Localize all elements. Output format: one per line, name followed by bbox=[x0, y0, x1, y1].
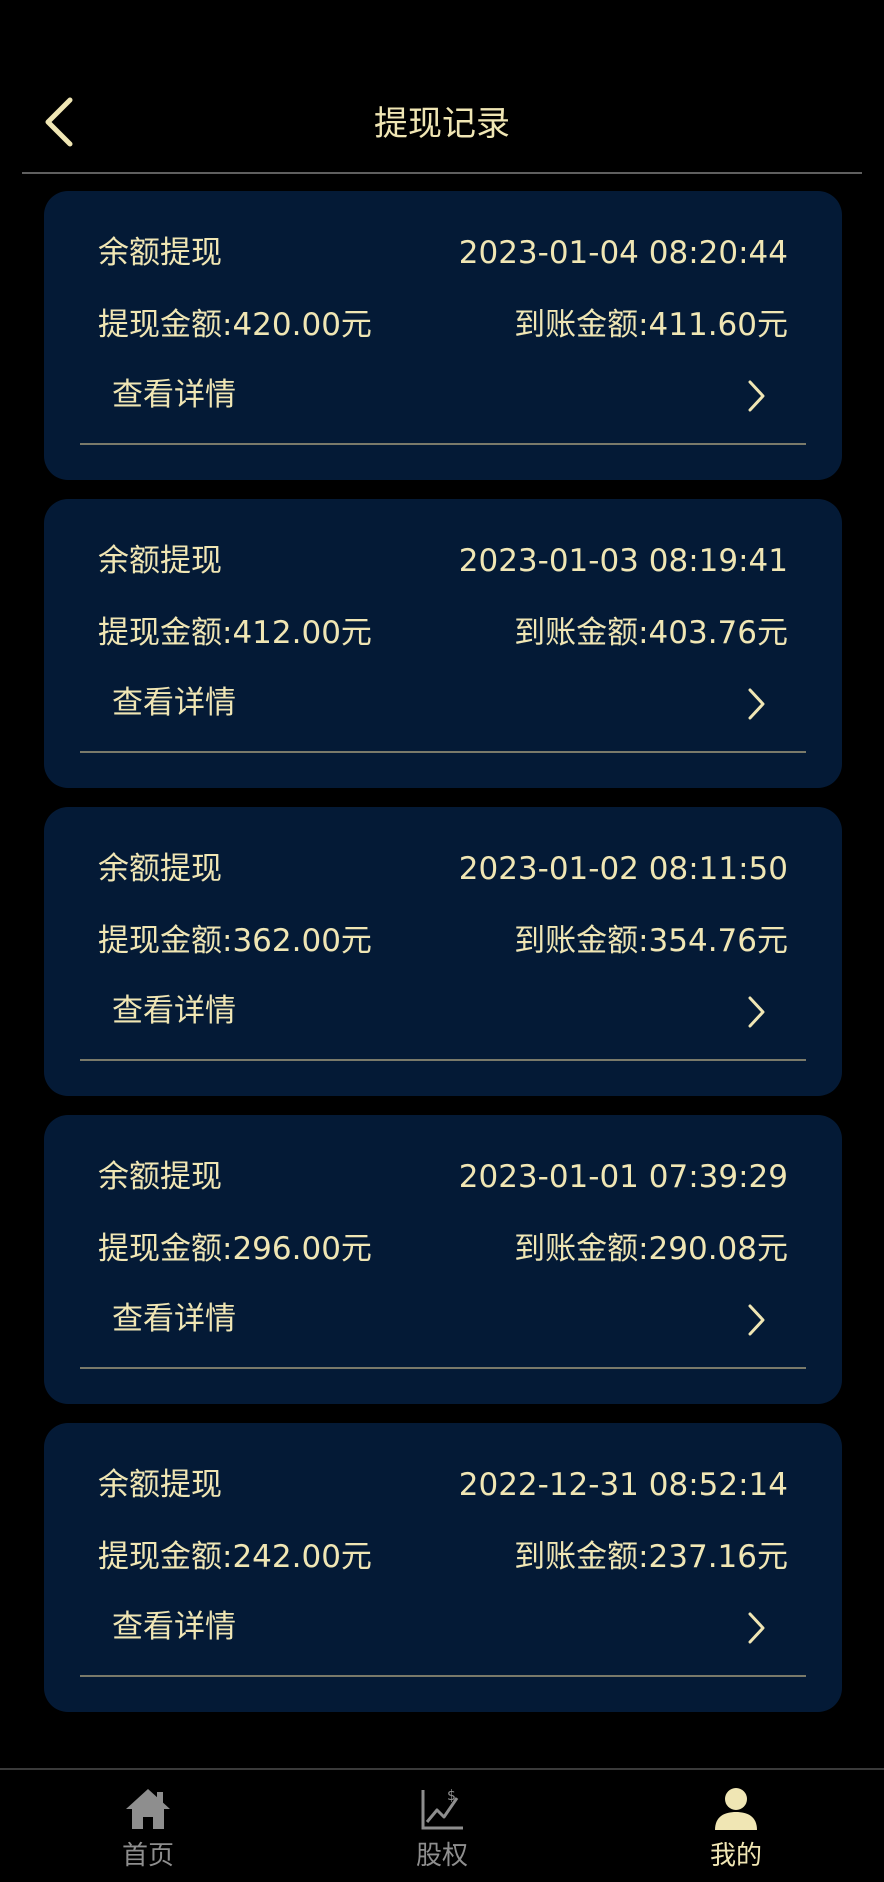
user-icon bbox=[715, 1788, 757, 1830]
card-divider bbox=[80, 1059, 806, 1061]
chevron-right-icon bbox=[748, 688, 765, 720]
tab-equity[interactable]: $ 股权 bbox=[352, 1770, 532, 1882]
view-details-label: 查看详情 bbox=[112, 377, 236, 413]
record-type: 余额提现 bbox=[98, 1467, 222, 1503]
equity-chart-icon: $ bbox=[421, 1788, 463, 1830]
credited-amount: 到账金额:403.76元 bbox=[514, 615, 788, 651]
withdraw-amount: 提现金额:296.00元 bbox=[98, 1231, 372, 1267]
record-card: 余额提现 2023-01-03 08:19:41 提现金额:412.00元 到账… bbox=[44, 499, 842, 788]
view-details-label: 查看详情 bbox=[112, 685, 236, 721]
withdraw-amount: 提现金额:420.00元 bbox=[98, 307, 372, 343]
chevron-right-icon bbox=[748, 996, 765, 1028]
record-type: 余额提现 bbox=[98, 235, 222, 271]
withdraw-amount: 提现金额:412.00元 bbox=[98, 615, 372, 651]
record-time: 2023-01-04 08:20:44 bbox=[458, 235, 788, 271]
view-details-link[interactable]: 查看详情 bbox=[80, 977, 806, 1053]
view-details-label: 查看详情 bbox=[112, 993, 236, 1029]
chevron-right-icon bbox=[748, 380, 765, 412]
chevron-right-icon bbox=[748, 1304, 765, 1336]
record-card: 余额提现 2022-12-31 08:52:14 提现金额:242.00元 到账… bbox=[44, 1423, 842, 1712]
credited-amount: 到账金额:354.76元 bbox=[514, 923, 788, 959]
page-title: 提现记录 bbox=[374, 104, 510, 144]
view-details-label: 查看详情 bbox=[112, 1301, 236, 1337]
withdrawal-record-list: 余额提现 2023-01-04 08:20:44 提现金额:420.00元 到账… bbox=[44, 191, 842, 1731]
view-details-link[interactable]: 查看详情 bbox=[80, 1593, 806, 1669]
chevron-right-icon bbox=[748, 1612, 765, 1644]
home-icon bbox=[126, 1789, 170, 1829]
record-time: 2022-12-31 08:52:14 bbox=[458, 1467, 788, 1503]
view-details-label: 查看详情 bbox=[112, 1609, 236, 1645]
tab-mine[interactable]: 我的 bbox=[646, 1770, 826, 1882]
card-divider bbox=[80, 751, 806, 753]
card-divider bbox=[80, 1675, 806, 1677]
withdraw-amount: 提现金额:362.00元 bbox=[98, 923, 372, 959]
tab-mine-label: 我的 bbox=[709, 1841, 762, 1871]
credited-amount: 到账金额:290.08元 bbox=[514, 1231, 788, 1267]
record-card: 余额提现 2023-01-02 08:11:50 提现金额:362.00元 到账… bbox=[44, 807, 842, 1096]
header-divider bbox=[22, 172, 862, 174]
record-type: 余额提现 bbox=[98, 543, 222, 579]
view-details-link[interactable]: 查看详情 bbox=[80, 361, 806, 437]
tab-home[interactable]: 首页 bbox=[58, 1770, 238, 1882]
tab-equity-label: 股权 bbox=[415, 1841, 468, 1871]
credited-amount: 到账金额:411.60元 bbox=[514, 307, 788, 343]
record-time: 2023-01-02 08:11:50 bbox=[458, 851, 788, 887]
tab-home-label: 首页 bbox=[121, 1841, 174, 1871]
card-divider bbox=[80, 443, 806, 445]
view-details-link[interactable]: 查看详情 bbox=[80, 1285, 806, 1361]
withdraw-amount: 提现金额:242.00元 bbox=[98, 1539, 372, 1575]
record-time: 2023-01-03 08:19:41 bbox=[458, 543, 788, 579]
card-divider bbox=[80, 1367, 806, 1369]
record-type: 余额提现 bbox=[98, 1159, 222, 1195]
record-card: 余额提现 2023-01-04 08:20:44 提现金额:420.00元 到账… bbox=[44, 191, 842, 480]
record-time: 2023-01-01 07:39:29 bbox=[458, 1159, 788, 1195]
credited-amount: 到账金额:237.16元 bbox=[514, 1539, 788, 1575]
record-type: 余额提现 bbox=[98, 851, 222, 887]
view-details-link[interactable]: 查看详情 bbox=[80, 669, 806, 745]
svg-text:$: $ bbox=[447, 1788, 456, 1804]
record-card: 余额提现 2023-01-01 07:39:29 提现金额:296.00元 到账… bbox=[44, 1115, 842, 1404]
header: 提现记录 bbox=[0, 0, 884, 172]
bottom-tab-bar: 首页 $ 股权 我的 bbox=[0, 1768, 884, 1882]
